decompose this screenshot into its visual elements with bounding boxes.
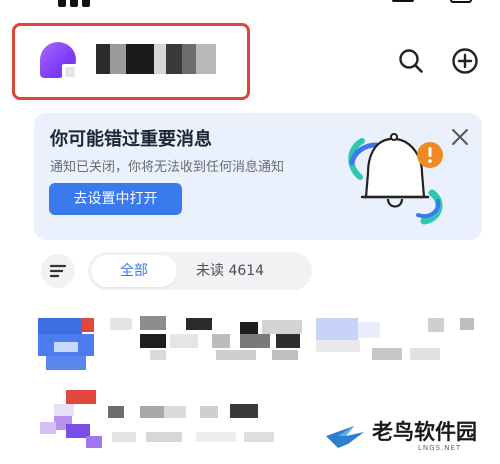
watermark-url: LNGS.NET [418,444,462,452]
banner-title: 你可能错过重要消息 [50,129,212,150]
account-name-blurred[interactable] [96,44,216,74]
watermark: 老鸟软件园 LNGS.NET [320,378,500,464]
open-settings-button[interactable]: 去设置中打开 [49,183,182,215]
banner-subtitle: 通知已关闭，你将无法收到任何消息通知 [50,160,285,175]
watermark-text: 老鸟软件园 [372,420,477,444]
tab-all[interactable]: 全部 [91,255,177,287]
search-icon[interactable] [397,47,425,75]
status-bar [0,0,500,10]
status-time [58,0,110,7]
filter-button[interactable] [41,254,75,288]
plus-circle-icon[interactable] [451,47,479,75]
signal-icon [392,0,414,2]
filter-lines-icon [49,264,67,278]
avatar[interactable] [40,42,78,80]
tab-unread[interactable]: 未读 4614 [196,255,306,287]
battery-icon [450,0,472,3]
close-icon[interactable] [449,126,471,148]
status-icons [392,0,472,4]
bell-alert-illustration [348,133,443,225]
bird-logo-icon [326,426,364,448]
list-item[interactable] [0,316,500,376]
